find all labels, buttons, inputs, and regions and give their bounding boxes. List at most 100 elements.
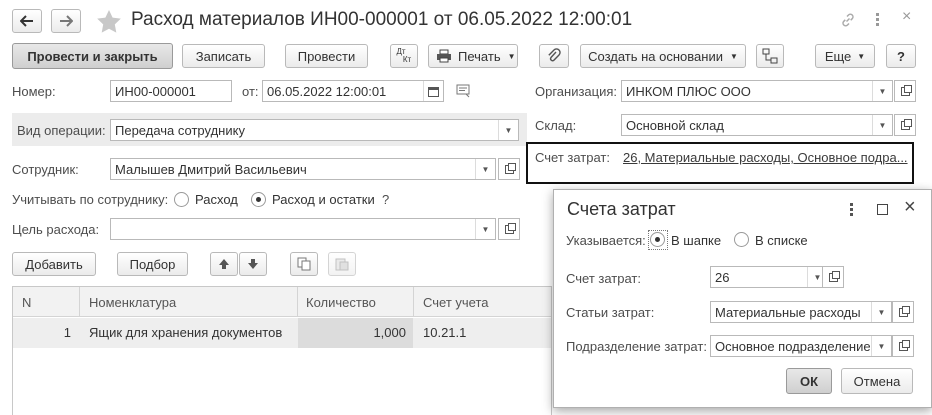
arrow-up-icon <box>219 259 229 269</box>
organization-open-button[interactable] <box>894 80 916 102</box>
arrow-left-icon <box>20 15 33 27</box>
radio-expense-label: Расход <box>195 192 238 207</box>
help-button[interactable]: ? <box>886 44 916 68</box>
favorite-star-icon[interactable] <box>96 9 122 33</box>
chevron-down-icon: ▼ <box>857 51 866 61</box>
radio-expense[interactable] <box>174 192 189 207</box>
open-form-icon <box>504 162 516 174</box>
dt-kt-button[interactable]: Дт Кт <box>390 44 418 68</box>
forward-button[interactable] <box>51 9 81 33</box>
organization-value: ИНКОМ ПЛЮС ООО <box>626 84 751 99</box>
table-row[interactable]: 1 Ящик для хранения документов 1,000 10.… <box>13 318 551 348</box>
move-down-button[interactable] <box>239 252 267 276</box>
warehouse-value: Основной склад <box>626 118 724 133</box>
number-label: Номер: <box>12 84 56 99</box>
row-n: 1 <box>63 325 71 340</box>
col-header-n[interactable]: N <box>22 295 31 310</box>
cost-items-value: Материальные расходы <box>715 305 861 320</box>
purpose-dropdown[interactable]: ▼ <box>475 219 495 239</box>
purpose-open-button[interactable] <box>498 218 520 240</box>
radio-in-list[interactable] <box>734 232 749 247</box>
col-header-account[interactable]: Счет учета <box>423 295 489 310</box>
dialog-account-open-button[interactable] <box>822 266 844 288</box>
link-icon[interactable] <box>840 12 856 28</box>
arrow-right-icon <box>60 15 73 27</box>
row-item: Ящик для хранения документов <box>89 325 283 340</box>
date-field[interactable]: 06.05.2022 12:00:01 <box>262 80 444 102</box>
attach-button[interactable] <box>539 44 569 68</box>
employee-dropdown[interactable]: ▼ <box>475 159 495 179</box>
number-field[interactable]: ИН00-000001 <box>110 80 232 102</box>
save-button[interactable]: Записать <box>182 44 265 68</box>
paste-rows-button[interactable] <box>328 252 356 276</box>
chevron-down-icon: ▼ <box>878 86 887 96</box>
cancel-button[interactable]: Отмена <box>841 368 913 394</box>
comment-icon[interactable] <box>456 84 472 98</box>
paperclip-icon <box>548 48 561 62</box>
col-header-qty[interactable]: Количество <box>306 295 376 310</box>
print-button[interactable]: Печать ▼ <box>428 44 518 68</box>
organization-label: Организация: <box>535 84 618 99</box>
radio-in-header-label: В шапке <box>671 233 722 248</box>
window-menu-icon[interactable] <box>874 12 880 28</box>
radio-in-header[interactable] <box>650 232 665 247</box>
move-up-button[interactable] <box>210 252 238 276</box>
dialog-title: Счета затрат <box>567 199 676 219</box>
col-header-item[interactable]: Номенклатура <box>89 295 176 310</box>
cost-items-open-button[interactable] <box>892 301 914 323</box>
help-question-mark[interactable]: ? <box>382 192 389 207</box>
close-icon[interactable]: × <box>902 8 911 26</box>
dialog-account-label: Счет затрат: <box>566 271 641 286</box>
warehouse-field[interactable]: Основной склад ▼ <box>621 114 893 136</box>
create-based-on-button[interactable]: Создать на основании ▼ <box>580 44 746 68</box>
warehouse-label: Склад: <box>535 118 577 133</box>
pick-button[interactable]: Подбор <box>117 252 188 276</box>
calendar-icon <box>428 86 439 97</box>
post-button[interactable]: Провести <box>285 44 368 68</box>
employee-open-button[interactable] <box>498 158 520 180</box>
cost-account-link[interactable]: 26, Материальные расходы, Основное подра… <box>623 150 908 165</box>
document-structure-icon <box>762 48 778 64</box>
dialog-close-icon[interactable]: × <box>904 196 916 219</box>
operation-type-dropdown[interactable]: ▼ <box>498 120 518 140</box>
post-and-close-button[interactable]: Провести и закрыть <box>12 43 173 69</box>
maximize-icon[interactable] <box>877 204 888 215</box>
materials-table: N Номенклатура Количество Счет учета 1 Я… <box>12 286 552 415</box>
employee-field[interactable]: Малышев Дмитрий Васильевич ▼ <box>110 158 496 180</box>
arrow-down-icon <box>248 259 258 269</box>
chevron-down-icon: ▼ <box>507 51 516 61</box>
employee-label: Сотрудник: <box>12 162 79 177</box>
kt-label: Кт <box>402 55 412 64</box>
chevron-down-icon: ▼ <box>877 341 886 351</box>
operation-type-field[interactable]: Передача сотруднику ▼ <box>110 119 519 141</box>
organization-field[interactable]: ИНКОМ ПЛЮС ООО ▼ <box>621 80 893 102</box>
print-label: Печать <box>458 48 501 64</box>
more-button[interactable]: Еще ▼ <box>815 44 875 68</box>
operation-type-value: Передача сотруднику <box>115 123 245 138</box>
create-based-on-label: Создать на основании <box>588 48 723 64</box>
cost-account-label: Счет затрат: <box>535 150 610 165</box>
cost-items-field[interactable]: Материальные расходы ▼ <box>710 301 892 323</box>
chevron-down-icon: ▼ <box>481 164 490 174</box>
dialog-account-field[interactable]: 26 ▼ <box>710 266 828 288</box>
calendar-button[interactable] <box>423 81 443 101</box>
division-open-button[interactable] <box>892 335 914 357</box>
warehouse-open-button[interactable] <box>894 114 916 136</box>
structure-button[interactable] <box>756 44 784 68</box>
add-row-button[interactable]: Добавить <box>12 252 96 276</box>
ok-button[interactable]: ОК <box>786 368 832 394</box>
chevron-down-icon: ▼ <box>813 272 822 282</box>
dialog-menu-icon[interactable] <box>848 202 854 218</box>
copy-rows-button[interactable] <box>290 252 318 276</box>
date-value: 06.05.2022 12:00:01 <box>267 84 387 99</box>
purpose-field[interactable]: ▼ <box>110 218 496 240</box>
cost-accounts-dialog: Счета затрат × Указывается: В шапке В сп… <box>553 189 932 408</box>
division-field[interactable]: Основное подразделение ▼ <box>710 335 892 357</box>
radio-expense-balance[interactable] <box>251 192 266 207</box>
back-button[interactable] <box>12 9 42 33</box>
organization-dropdown[interactable]: ▼ <box>872 81 892 101</box>
division-dropdown[interactable]: ▼ <box>871 336 891 356</box>
cost-items-dropdown[interactable]: ▼ <box>871 302 891 322</box>
warehouse-dropdown[interactable]: ▼ <box>872 115 892 135</box>
printer-icon <box>437 49 451 63</box>
